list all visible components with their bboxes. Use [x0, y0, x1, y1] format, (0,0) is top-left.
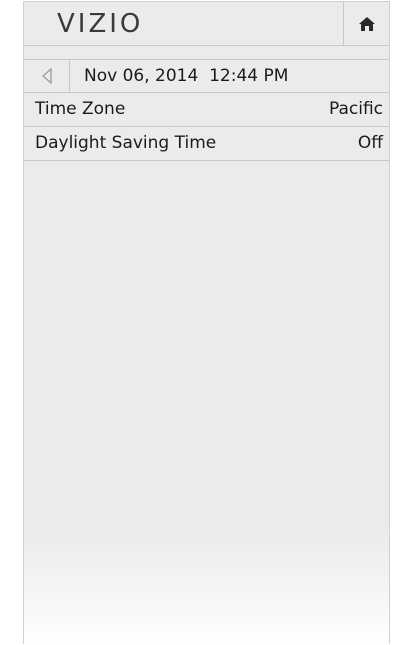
- header-bar: VIZIO: [24, 1, 389, 46]
- back-button[interactable]: [24, 60, 70, 92]
- back-triangle-icon: [41, 68, 52, 84]
- date-time-bar: Nov 06, 2014 12:44 PM: [24, 59, 389, 93]
- daylight-saving-time-label: Daylight Saving Time: [35, 133, 217, 153]
- current-date-time: Nov 06, 2014 12:44 PM: [84, 66, 289, 86]
- daylight-saving-time-row[interactable]: Daylight Saving Time Off: [24, 127, 389, 161]
- settings-panel: VIZIO Nov 06, 2014 12:44 PM Time Zone Pa…: [23, 1, 390, 644]
- time-zone-value: Pacific: [328, 99, 383, 119]
- home-icon: [358, 17, 375, 31]
- time-zone-row[interactable]: Time Zone Pacific: [24, 93, 389, 127]
- vizio-logo: VIZIO: [57, 9, 144, 39]
- home-button[interactable]: [343, 2, 389, 46]
- daylight-saving-time-value: Off: [357, 133, 383, 153]
- time-zone-label: Time Zone: [35, 99, 126, 119]
